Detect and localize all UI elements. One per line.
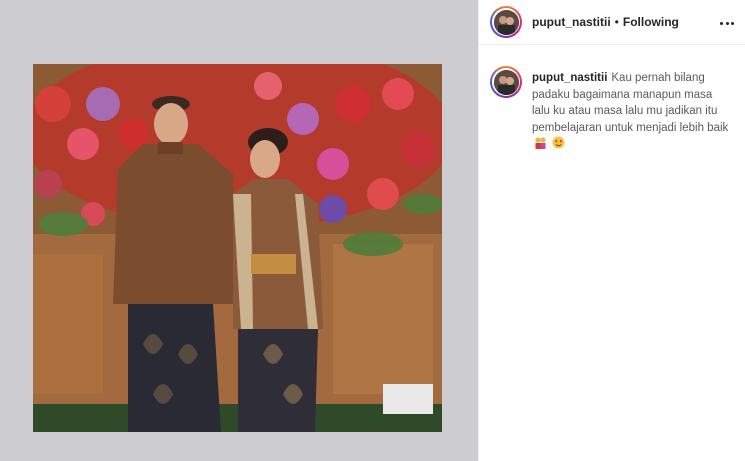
post-photo[interactable]: [33, 64, 442, 432]
follow-status-button[interactable]: Following: [623, 15, 679, 29]
avatar-inner: [492, 8, 520, 36]
caption-avatar-inner: [492, 68, 520, 96]
couple-emoji: [534, 136, 547, 155]
caption-username[interactable]: puput_nastitii: [532, 72, 607, 84]
caption-avatar[interactable]: [490, 66, 522, 98]
media-panel: [0, 0, 478, 461]
header-username[interactable]: puput_nastitii: [532, 15, 611, 29]
caption-text-block: puput_nastitii Kau pernah bilang padaku b…: [532, 70, 732, 155]
smiling-face-hearts-emoji: [552, 136, 565, 155]
avatar-image: [493, 9, 519, 35]
caption-avatar-image: [493, 69, 519, 95]
post-header: puput_nastitii • Following: [479, 0, 745, 45]
caption: puput_nastitii Kau pernah bilang padaku b…: [490, 66, 740, 155]
avatar[interactable]: [490, 6, 522, 38]
post-side-panel: puput_nastitii • Following puput_nastiti…: [478, 0, 745, 461]
wedding-photo-illustration: [33, 64, 442, 432]
separator-dot: •: [614, 15, 619, 29]
more-options-icon[interactable]: [720, 16, 734, 30]
